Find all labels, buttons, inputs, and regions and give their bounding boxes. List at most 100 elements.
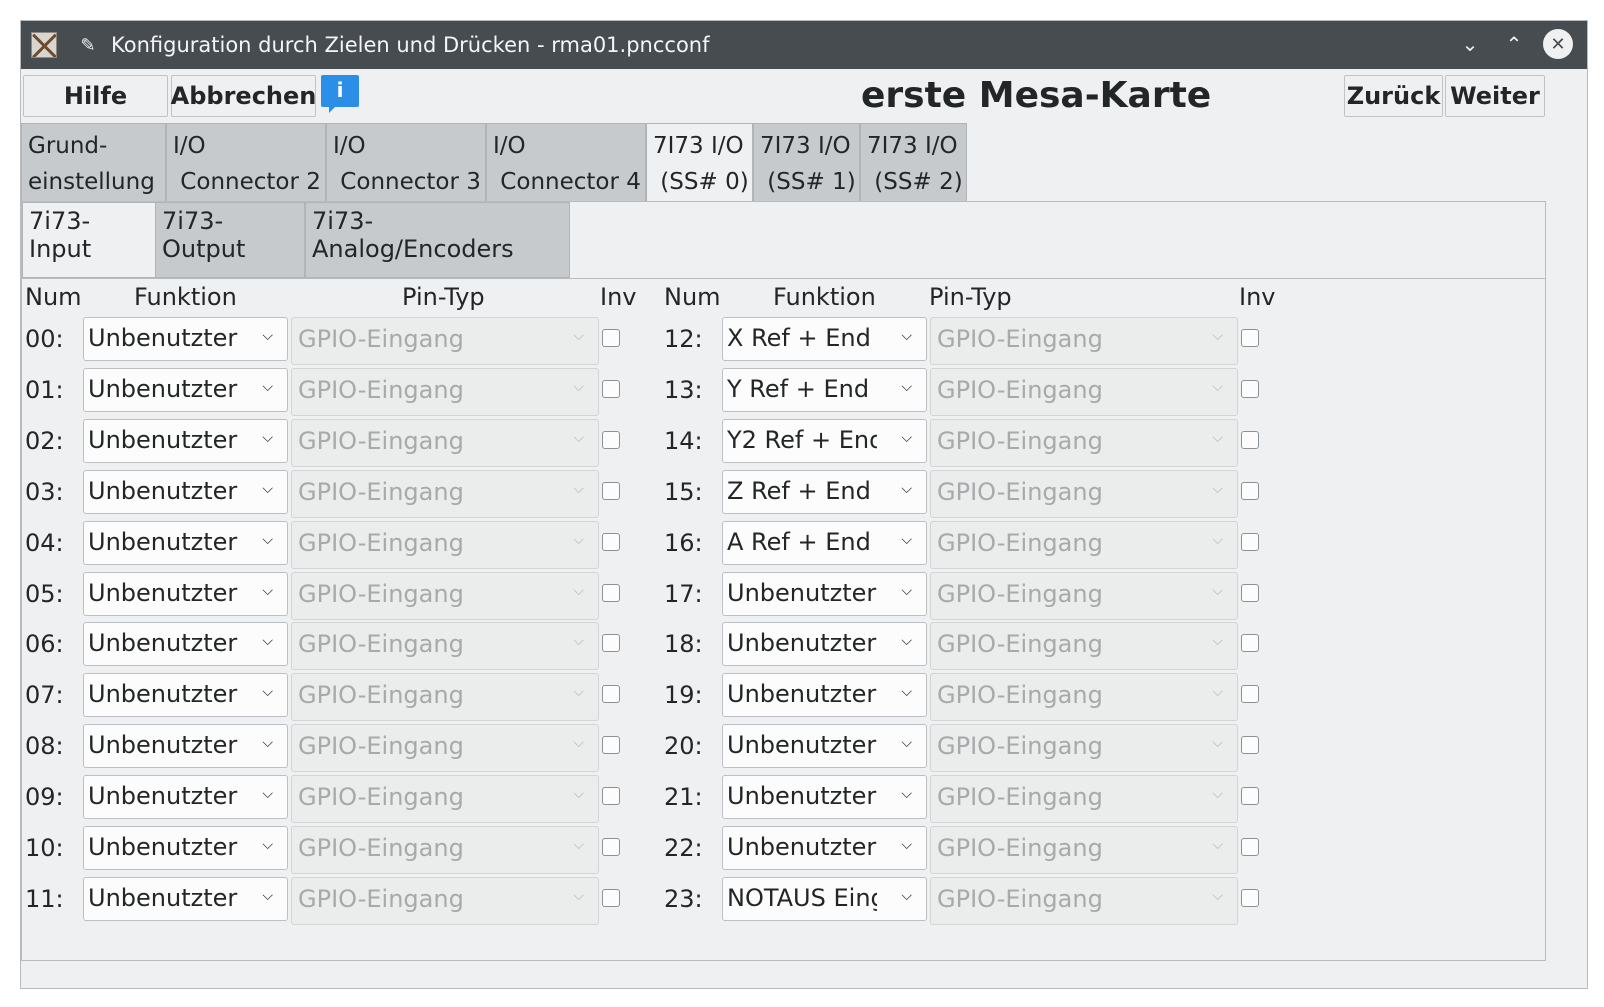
pin-row-right: 20: Unbenutzter ⌵ GPIO-Eingang ⌵ [22,724,1545,774]
funktion-select[interactable]: Unbenutzter ⌵ [722,673,927,718]
funktion-select[interactable]: X Ref + End ⌵ [722,317,927,361]
inv-checkbox[interactable] [1241,736,1259,755]
title-bar: ✎ Konfiguration durch Zielen und Drücken… [21,21,1587,69]
inv-checkbox[interactable] [1241,379,1259,398]
chevron-down-icon: ⌵ [901,887,912,904]
pin-row-right: 12: X Ref + End ⌵ GPIO-Eingang ⌵ [22,317,1545,367]
tab-7i73-ss0[interactable]: 7I73 I/O (SS# 0) [646,123,753,205]
tab-7i73-ss1[interactable]: 7I73 I/O (SS# 1) [753,123,860,203]
inv-checkbox[interactable] [1241,329,1259,347]
close-icon[interactable]: ✕ [1543,29,1573,59]
pin-typ-select: GPIO-Eingang ⌵ [930,571,1238,620]
pin-typ-select: GPIO-Eingang ⌵ [930,622,1238,671]
pin-row-right: 14: Y2 Ref + End ⌵ GPIO-Eingang ⌵ [22,418,1545,469]
inv-checkbox[interactable] [1241,634,1259,653]
subtab-7i73-output[interactable]: 7i73-Output [155,202,305,278]
inv-checkbox[interactable] [1241,787,1259,806]
pin-icon[interactable]: ✎ [77,35,99,56]
pin-row-right: 19: Unbenutzter ⌵ GPIO-Eingang ⌵ [22,673,1545,723]
tab-panel-7i73-ss0: 7i73-Input 7i73-Output 7i73-Analog/Encod… [21,201,1546,961]
inv-checkbox[interactable] [1241,685,1259,704]
window-controls: ⌄ ⌃ ✕ [1455,29,1573,59]
funktion-value: X Ref + End [727,324,871,352]
chevron-down-icon: ⌵ [901,531,912,548]
funktion-value: A Ref + End [727,527,871,556]
chevron-down-icon: ⌵ [1212,531,1223,548]
pin-typ-value: GPIO-Eingang [937,884,1103,913]
pin-row-right: 21: Unbenutzter ⌵ GPIO-Eingang ⌵ [22,775,1545,825]
funktion-value: Y2 Ref + End [727,425,877,454]
tab-7i73-ss2[interactable]: 7I73 I/O (SS# 2) [860,123,967,203]
header-num-left: Num [25,283,82,311]
subtab-7i73-input[interactable]: 7i73-Input [22,202,155,278]
funktion-select[interactable]: Unbenutzter ⌵ [722,724,927,769]
app-icon[interactable] [31,32,57,58]
next-button[interactable]: Weiter [1445,75,1545,117]
funktion-select[interactable]: Unbenutzter ⌵ [722,775,927,820]
cancel-button[interactable]: Abbrechen [171,75,316,117]
help-button[interactable]: Hilfe [23,75,168,117]
pin-typ-value: GPIO-Eingang [937,477,1103,506]
tab-io-connector-4[interactable]: I/O Connector 4 [486,123,646,203]
chevron-down-icon: ⌵ [901,837,912,853]
chevron-down-icon: ⌵ [1212,429,1223,446]
chevron-down-icon: ⌵ [901,786,912,803]
inv-checkbox[interactable] [1241,481,1259,500]
subtab-7i73-analog-encoders[interactable]: 7i73-Analog/Encoders [305,202,570,278]
chevron-down-icon: ⌵ [1212,837,1223,853]
chevron-down-icon: ⌵ [1212,378,1223,395]
page-title: erste Mesa-Karte [861,75,1212,116]
funktion-value: NOTAUS Eing [727,883,877,912]
funktion-value: Y Ref + End [727,374,870,403]
pin-typ-value: GPIO-Eingang [937,834,1103,862]
pin-number: 15: [664,477,703,506]
info-icon[interactable]: i [321,75,359,113]
back-button[interactable]: Zurück [1344,75,1443,117]
pin-number: 14: [664,426,703,455]
chevron-down-icon: ⌵ [901,582,912,599]
tab-grundeinstellung[interactable]: Grund- einstellung [21,123,166,203]
header-funktion-right: Funktion [773,283,876,311]
inv-checkbox[interactable] [1241,838,1259,856]
funktion-select[interactable]: Unbenutzter ⌵ [722,622,927,667]
pin-typ-value: GPIO-Eingang [937,528,1103,557]
funktion-select[interactable]: NOTAUS Eing ⌵ [722,876,927,921]
chevron-down-icon: ⌵ [1212,480,1223,497]
main-window: ✎ Konfiguration durch Zielen und Drücken… [20,20,1588,989]
pin-row-right: 16: A Ref + End ⌵ GPIO-Eingang ⌵ [22,520,1545,571]
tab-io-connector-3[interactable]: I/O Connector 3 [326,123,486,203]
funktion-select[interactable]: Z Ref + End ⌵ [722,469,927,514]
window-title: Konfiguration durch Zielen und Drücken -… [111,33,710,57]
chevron-down-icon: ⌵ [1212,786,1223,803]
header-inv-right: Inv [1239,283,1276,311]
inv-checkbox[interactable] [1241,430,1259,449]
pin-typ-select: GPIO-Eingang ⌵ [930,876,1238,925]
funktion-select[interactable]: Unbenutzter ⌵ [722,571,927,616]
pin-typ-select: GPIO-Eingang ⌵ [930,724,1238,773]
toolbar: Hilfe Abbrechen i erste Mesa-Karte Zurüc… [21,69,1587,123]
funktion-select[interactable]: Y2 Ref + End ⌵ [722,418,927,463]
funktion-select[interactable]: Y Ref + End ⌵ [722,367,927,412]
chevron-down-icon: ⌵ [901,429,912,446]
maximize-icon[interactable]: ⌃ [1499,29,1529,59]
pin-row-right: 17: Unbenutzter ⌵ GPIO-Eingang ⌵ [22,571,1545,622]
pin-row-right: 18: Unbenutzter ⌵ GPIO-Eingang ⌵ [22,622,1545,672]
inv-checkbox[interactable] [1241,888,1259,907]
pin-typ-value: GPIO-Eingang [937,375,1103,404]
funktion-value: Unbenutzter [727,629,877,658]
pin-typ-select: GPIO-Eingang ⌵ [930,673,1238,722]
pin-number: 16: [664,528,703,557]
pin-typ-value: GPIO-Eingang [937,681,1103,710]
inv-checkbox[interactable] [1241,532,1259,551]
funktion-select[interactable]: Unbenutzter ⌵ [722,826,927,870]
inv-checkbox[interactable] [1241,583,1259,602]
pin-typ-select: GPIO-Eingang ⌵ [930,826,1238,874]
tab-io-connector-2[interactable]: I/O Connector 2 [166,123,326,203]
pin-number: 19: [664,681,703,710]
funktion-select[interactable]: A Ref + End ⌵ [722,520,927,565]
minimize-icon[interactable]: ⌄ [1455,29,1485,59]
pin-typ-select: GPIO-Eingang ⌵ [930,418,1238,467]
pin-typ-select: GPIO-Eingang ⌵ [930,520,1238,569]
chevron-down-icon: ⌵ [1212,328,1223,344]
chevron-down-icon: ⌵ [901,684,912,701]
